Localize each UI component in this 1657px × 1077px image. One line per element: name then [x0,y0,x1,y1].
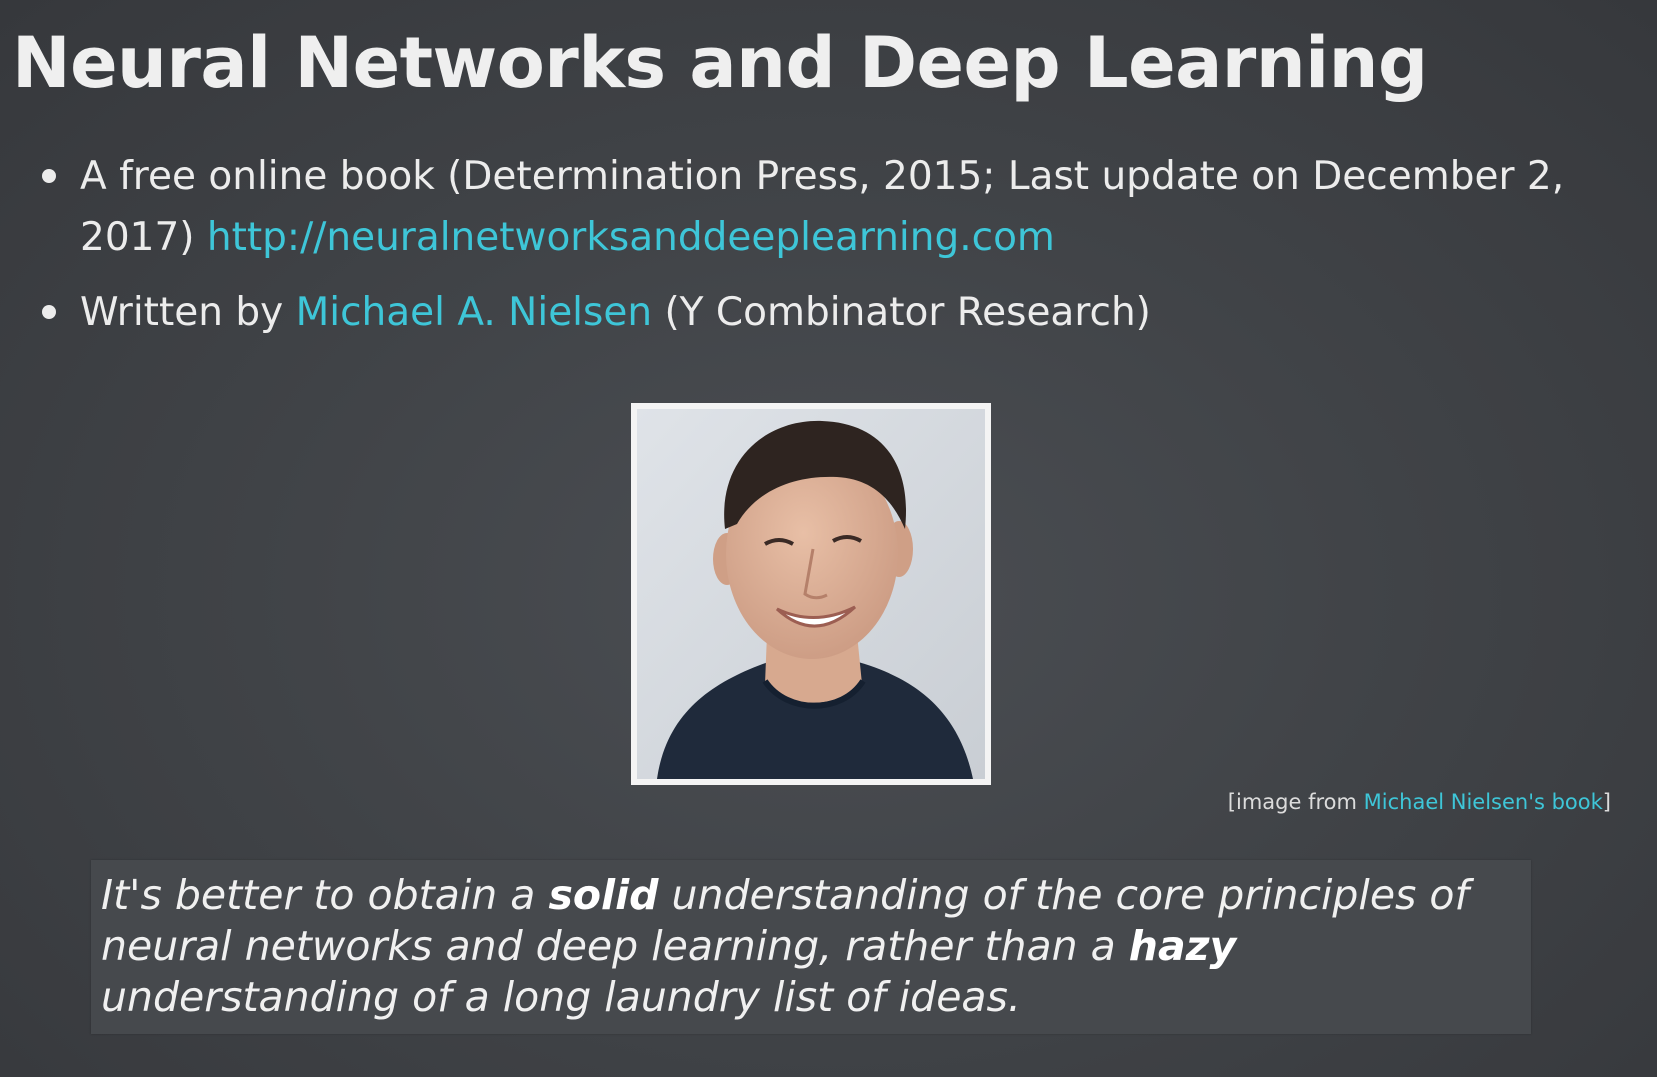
author-prefix: Written by [80,290,284,335]
bullet-dot-icon [42,305,56,319]
bullet-list: A free online book (Determination Press,… [38,146,1618,357]
quote-emphasis-hazy: hazy [1128,922,1237,970]
book-url-link[interactable]: http://neuralnetworksanddeeplearning.com [207,215,1055,260]
slide-title: Neural Networks and Deep Learning [12,22,1428,104]
bullet-book-info: A free online book (Determination Press,… [38,146,1618,268]
caption-close-bracket: ] [1602,790,1611,814]
quote-text-1: It's better to obtain a [101,871,536,919]
image-caption: [image from Michael Nielsen's book] [1228,788,1611,816]
caption-prefix: image from [1235,790,1357,814]
caption-open-bracket: [ [1227,790,1236,814]
caption-book-link[interactable]: Michael Nielsen's book [1364,790,1603,814]
quote-box: It's better to obtain a solid understand… [91,860,1531,1034]
author-affiliation: (Y Combinator Research) [664,290,1151,335]
quote-emphasis-solid: solid [548,871,659,919]
bullet-dot-icon [42,169,56,183]
bullet-author: Written by Michael A. Nielsen (Y Combina… [38,282,1618,343]
author-link[interactable]: Michael A. Nielsen [296,290,652,335]
portrait-image [637,409,985,779]
quote-text-3: understanding of a long laundry list of … [101,973,1021,1021]
author-photo [631,403,991,785]
